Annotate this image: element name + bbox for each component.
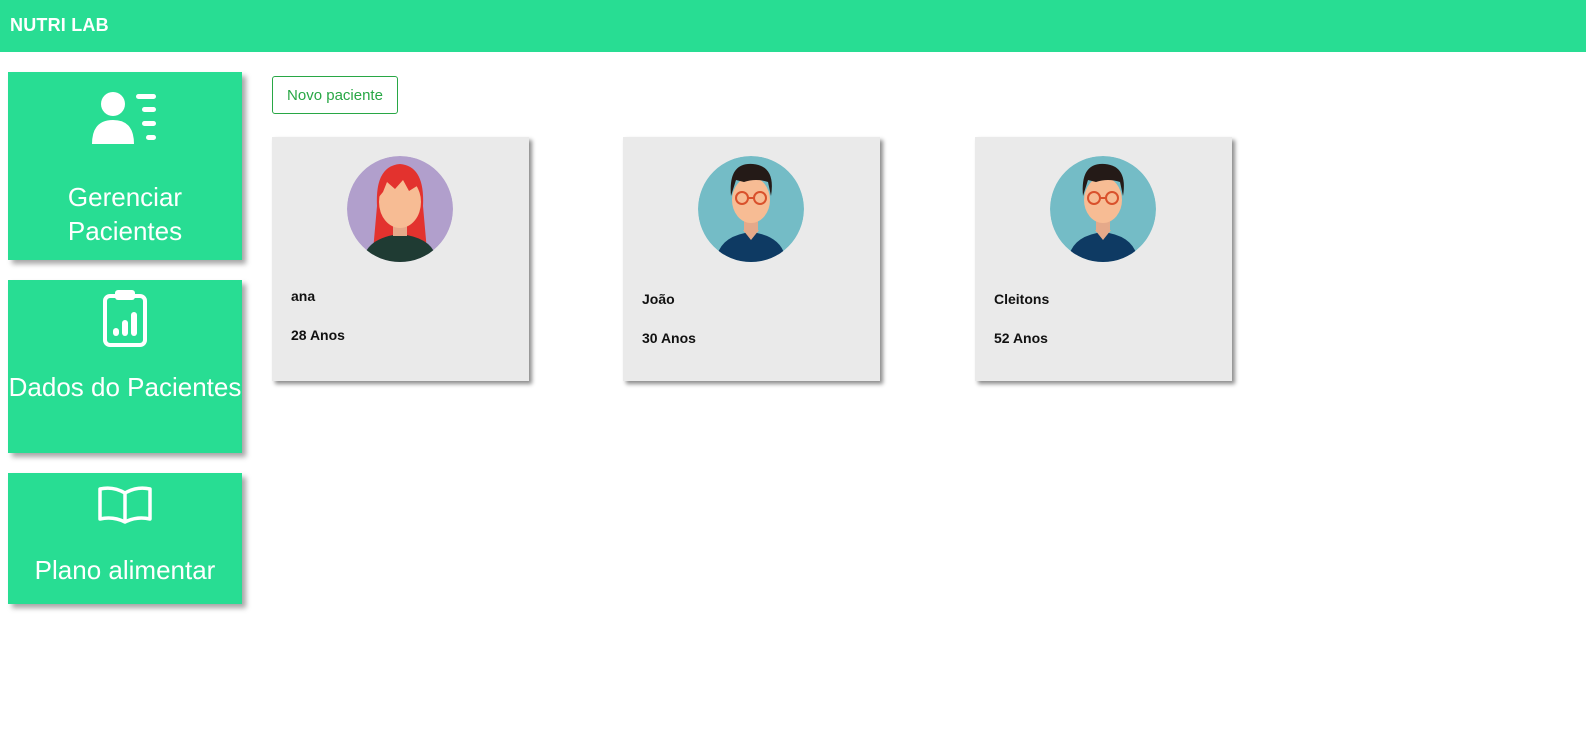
- top-navbar: NUTRI LAB: [0, 0, 1586, 52]
- sidebar-item-label: Dados do Pacientes: [8, 372, 242, 402]
- male-avatar-icon: [698, 156, 804, 262]
- clipboard-chart-icon: [8, 288, 242, 348]
- patient-age: 30 Anos: [642, 330, 696, 346]
- patient-card[interactable]: João 30 Anos: [623, 137, 880, 381]
- open-book-icon: [8, 485, 242, 525]
- sidebar-item-patient-data[interactable]: Dados do Pacientes: [8, 280, 242, 453]
- brand-title[interactable]: NUTRI LAB: [10, 15, 109, 36]
- new-patient-button[interactable]: Novo paciente: [272, 76, 398, 114]
- patient-card[interactable]: ana 28 Anos: [272, 137, 529, 381]
- patient-card[interactable]: Cleitons 52 Anos: [975, 137, 1232, 381]
- patient-name: João: [642, 291, 675, 307]
- sidebar-item-manage-patients[interactable]: Gerenciar Pacientes: [8, 72, 242, 260]
- sidebar-item-label: Plano alimentar: [34, 555, 216, 585]
- patient-name: Cleitons: [994, 291, 1050, 307]
- female-avatar-icon: [347, 156, 453, 262]
- patient-age: 28 Anos: [291, 327, 345, 343]
- patient-age: 52 Anos: [994, 330, 1048, 346]
- patient-name: ana: [291, 288, 316, 304]
- sidebar-item-label: Gerenciar Pacientes: [67, 182, 183, 246]
- sidebar-item-meal-plan[interactable]: Plano alimentar: [8, 473, 242, 604]
- male-avatar-icon: [1050, 156, 1156, 262]
- patient-list-icon: [8, 90, 242, 146]
